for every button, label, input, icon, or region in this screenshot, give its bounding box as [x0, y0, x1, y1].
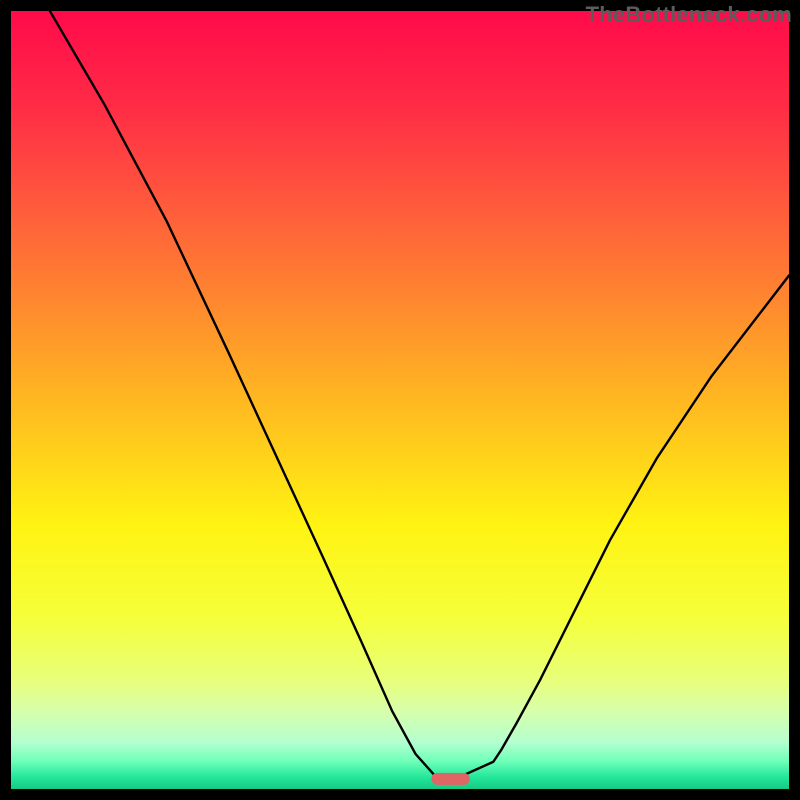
chart-frame: TheBottleneck.com: [0, 0, 800, 800]
sweet-spot-marker: [431, 773, 470, 785]
watermark-text: TheBottleneck.com: [586, 2, 792, 28]
gradient-background: [11, 11, 789, 789]
plot-area: [11, 11, 789, 789]
chart-svg: [11, 11, 789, 789]
